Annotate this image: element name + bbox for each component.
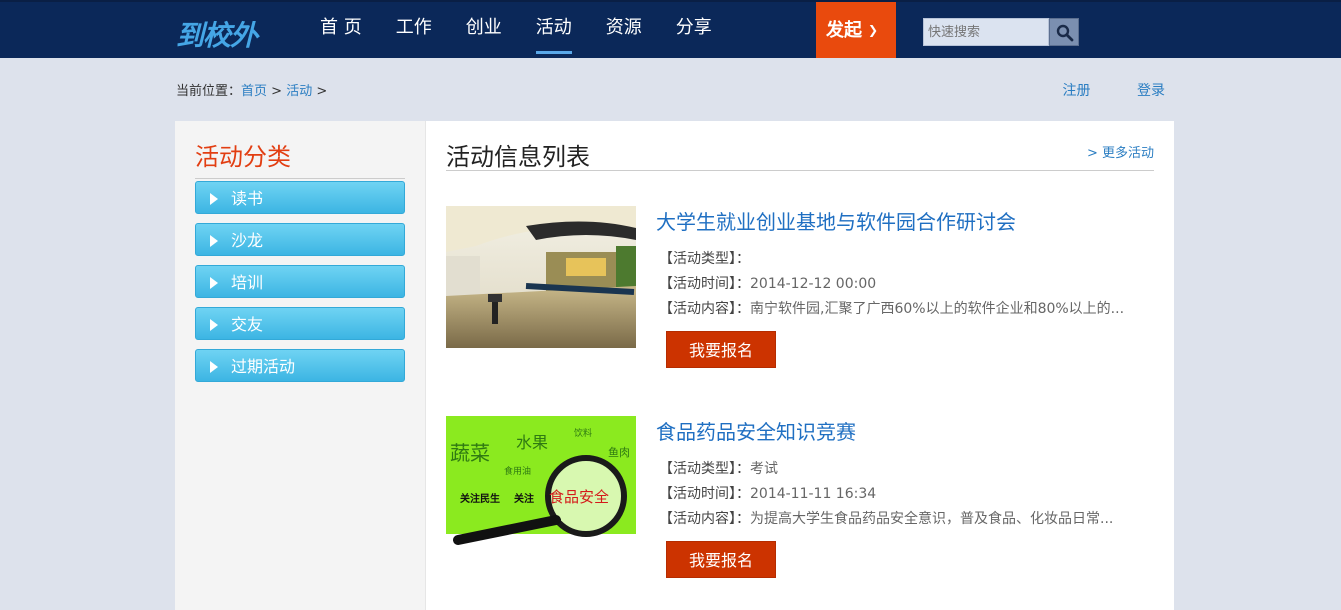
event-item: 大学生就业创业基地与软件园合作研讨会 【活动类型】： 【活动时间】：2014-1… — [446, 206, 1154, 371]
launch-label: 发起 — [826, 20, 862, 41]
event-item: 蔬菜 水果 饮料 鱼肉 食用油 关注民生 关注 食品安全 食品药品安全知识竞赛 … — [446, 416, 1154, 581]
triangle-right-icon — [210, 319, 218, 331]
category-label: 培训 — [231, 273, 264, 292]
signup-button[interactable]: 我要报名 — [666, 331, 776, 368]
image-text-fish-meat: 鱼肉 — [608, 445, 630, 459]
event-type-label: 【活动类型】： — [659, 251, 750, 267]
main-nav: 首 页 工作 创业 活动 资源 分享 — [320, 2, 746, 58]
triangle-right-icon — [210, 277, 218, 289]
category-label: 交友 — [231, 315, 264, 334]
login-link[interactable]: 登录 — [1137, 83, 1165, 99]
image-text-food-safety: 食品安全 — [549, 488, 609, 506]
event-type-value: 考试 — [750, 461, 778, 477]
image-text-oil: 食用油 — [504, 465, 531, 477]
event-time-value: 2014-11-11 16:34 — [750, 486, 877, 502]
sidebar-title: 活动分类 — [195, 137, 405, 179]
triangle-right-icon — [210, 193, 218, 205]
divider — [446, 170, 1154, 171]
event-time-label: 【活动时间】： — [659, 276, 750, 292]
category-training[interactable]: 培训 — [195, 265, 405, 298]
event-type-label: 【活动类型】： — [659, 461, 750, 477]
image-text-focus: 关注 — [514, 492, 534, 505]
more-events-link[interactable]: > 更多活动 — [1087, 142, 1154, 161]
nav-events[interactable]: 活动 — [535, 2, 572, 58]
category-friends[interactable]: 交友 — [195, 307, 405, 340]
nav-resources[interactable]: 资源 — [606, 2, 642, 58]
chevron-down-icon: ❯ — [868, 23, 879, 37]
search-icon — [1056, 24, 1074, 42]
event-time: 【活动时间】：2014-11-11 16:34 — [659, 483, 876, 503]
nav-share[interactable]: 分享 — [676, 2, 712, 58]
triangle-right-icon — [210, 235, 218, 247]
event-content-label: 【活动内容】： — [659, 301, 750, 317]
breadcrumb-home[interactable]: 首页 — [241, 84, 267, 99]
event-time: 【活动时间】：2014-12-12 00:00 — [659, 273, 876, 293]
category-salon[interactable]: 沙龙 — [195, 223, 405, 256]
category-label: 过期活动 — [231, 357, 296, 376]
event-time-value: 2014-12-12 00:00 — [750, 276, 877, 292]
breadcrumb-sep: > — [271, 84, 283, 99]
nav-startup[interactable]: 创业 — [466, 2, 502, 58]
image-text-drinks: 饮料 — [574, 427, 592, 439]
event-thumbnail[interactable] — [446, 206, 636, 348]
event-content-value: 为提高大学生食品药品安全意识，普及食品、化妆品日常... — [750, 511, 1114, 527]
event-image-food-safety: 蔬菜 水果 饮料 鱼肉 食用油 关注民生 关注 食品安全 — [446, 416, 636, 558]
category-reading[interactable]: 读书 — [195, 181, 405, 214]
triangle-right-icon — [210, 361, 218, 373]
register-link[interactable]: 注册 — [1063, 83, 1091, 99]
launch-menu-button[interactable]: 发起 ❯ — [816, 2, 896, 58]
event-content-value: 南宁软件园,汇聚了广西60%以上的软件企业和80%以上的... — [750, 301, 1125, 317]
event-title[interactable]: 大学生就业创业基地与软件园合作研讨会 — [656, 206, 1016, 235]
breadcrumb-events[interactable]: 活动 — [286, 84, 312, 99]
event-content: 【活动内容】：为提高大学生食品药品安全意识，普及食品、化妆品日常... — [659, 508, 1113, 528]
event-type: 【活动类型】： — [659, 248, 750, 268]
event-image-hall — [446, 206, 636, 348]
signup-button[interactable]: 我要报名 — [666, 541, 776, 578]
breadcrumb: 当前位置：首页 > 活动 > — [176, 80, 327, 99]
search-button[interactable] — [1049, 18, 1079, 46]
event-time-label: 【活动时间】： — [659, 486, 750, 502]
category-expired[interactable]: 过期活动 — [195, 349, 405, 382]
category-label: 读书 — [231, 189, 264, 208]
event-title[interactable]: 食品药品安全知识竞赛 — [656, 416, 856, 445]
event-content-label: 【活动内容】： — [659, 511, 750, 527]
site-logo[interactable]: 到校外 — [176, 14, 258, 54]
image-text-vegetables: 蔬菜 — [450, 441, 490, 465]
nav-home[interactable]: 首 页 — [320, 2, 362, 58]
breadcrumb-sep: > — [316, 84, 328, 99]
event-content: 【活动内容】：南宁软件园,汇聚了广西60%以上的软件企业和80%以上的... — [659, 298, 1124, 318]
category-sidebar: 活动分类 读书 沙龙 培训 交友 过期活动 — [175, 121, 426, 610]
content-panel: 活动分类 读书 沙龙 培训 交友 过期活动 活动信息列表 > 更多活动 大学生就… — [175, 121, 1174, 610]
list-title: 活动信息列表 — [446, 143, 590, 171]
search-input[interactable] — [923, 18, 1049, 46]
image-text-livelihood: 关注民生 — [460, 492, 500, 505]
top-navbar: 到校外 首 页 工作 创业 活动 资源 分享 发起 ❯ — [0, 0, 1341, 58]
category-label: 沙龙 — [231, 231, 264, 250]
nav-jobs[interactable]: 工作 — [396, 2, 432, 58]
account-links: 注册 登录 — [1021, 80, 1165, 100]
event-type: 【活动类型】：考试 — [659, 458, 778, 478]
breadcrumb-prefix: 当前位置： — [176, 84, 242, 99]
image-text-fruit: 水果 — [516, 433, 548, 452]
event-thumbnail[interactable]: 蔬菜 水果 饮料 鱼肉 食用油 关注民生 关注 食品安全 — [446, 416, 636, 558]
